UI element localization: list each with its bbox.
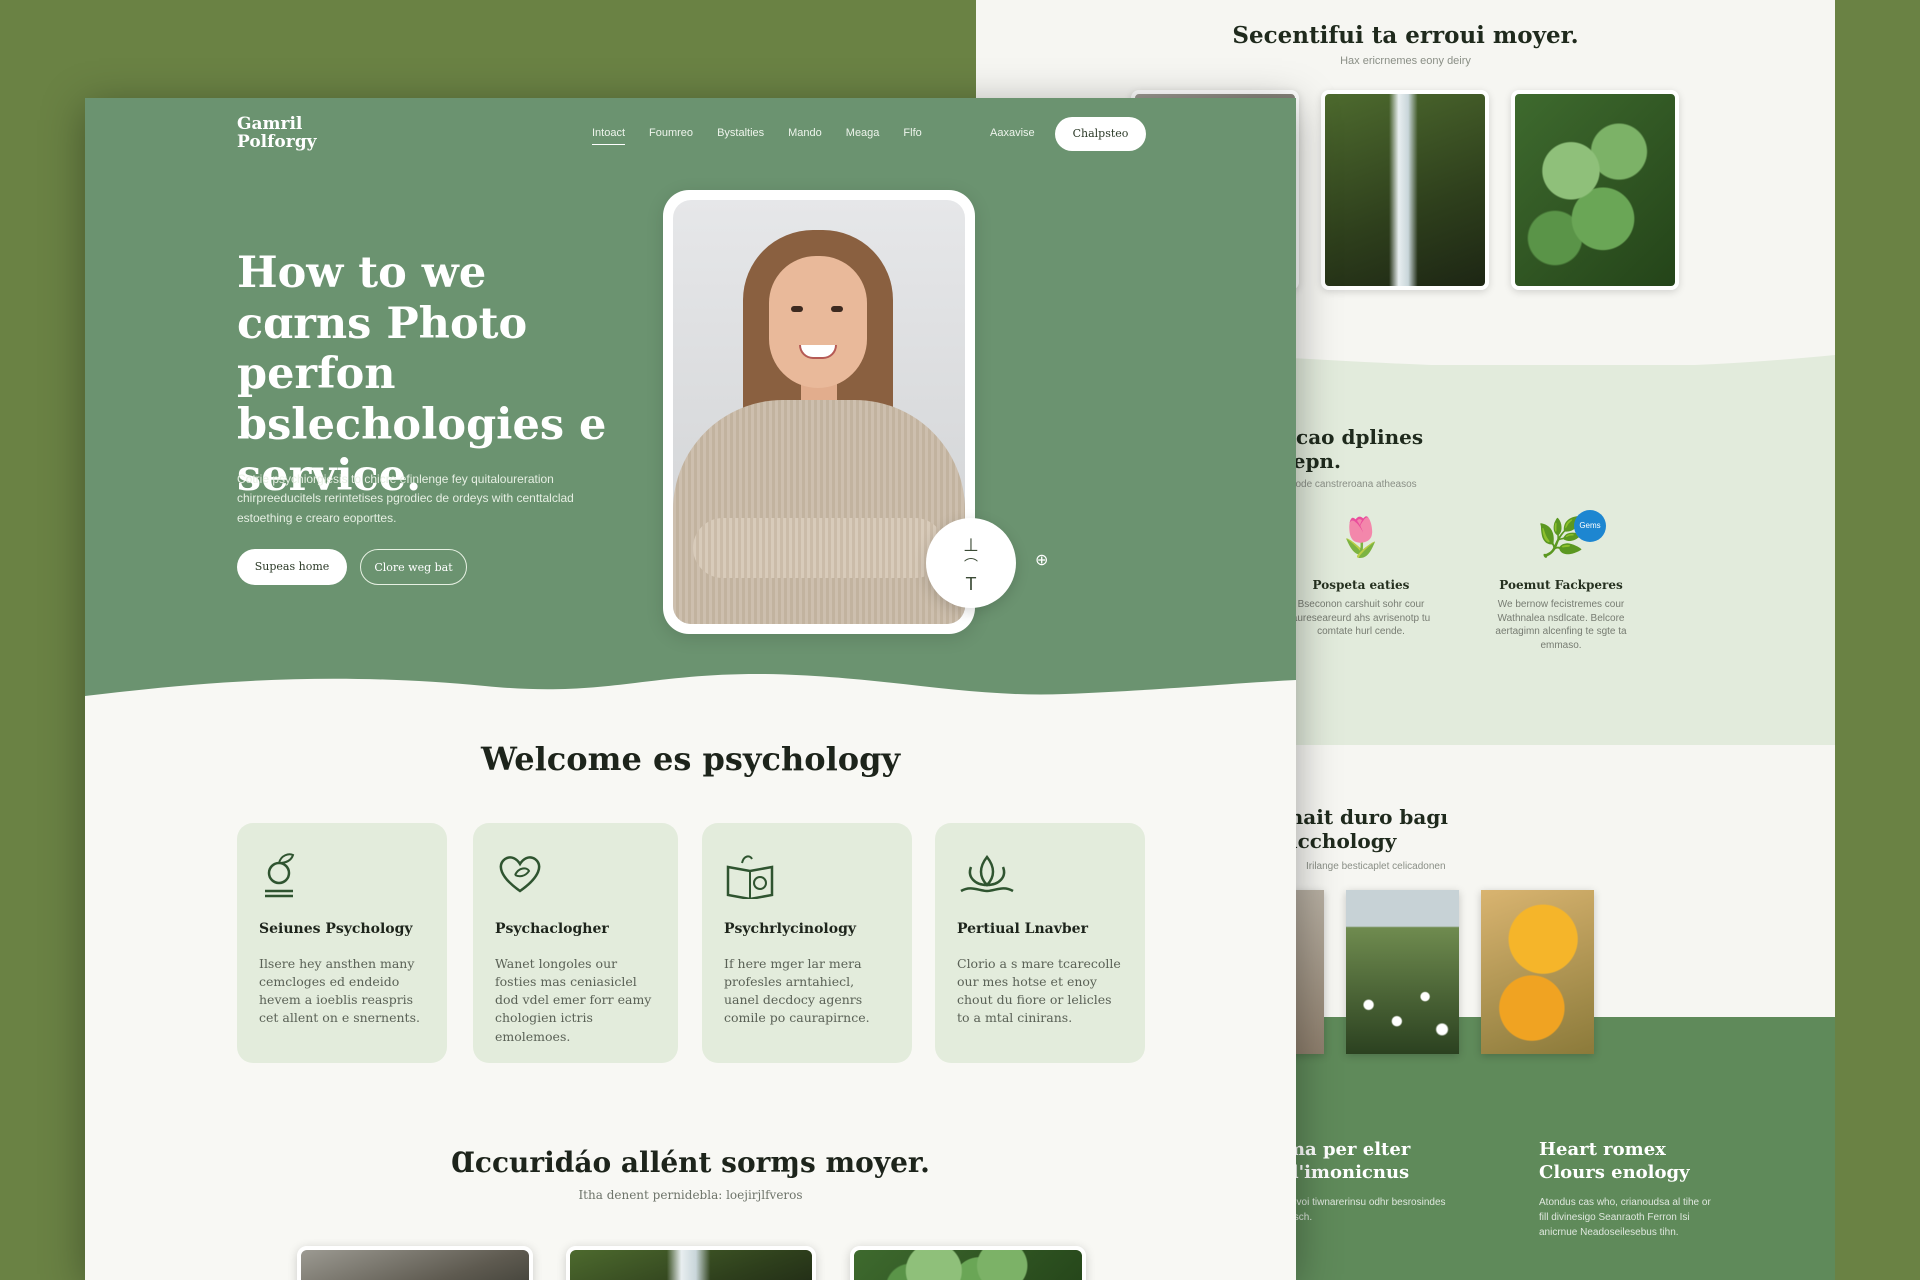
back-feature-2-text: We bernow fecistremes cour Wathnalea nsd…	[1495, 599, 1627, 651]
hero-floating-badge[interactable]: ⊥ ⌒ T	[926, 518, 1016, 608]
service-card-3-title: Psychrlycinology	[724, 921, 857, 937]
back-bottom-heading-title: enait duro bagı facchology	[1276, 805, 1448, 853]
service-card-2[interactable]: Psychaclogher Wanet longoles our fosties…	[473, 823, 678, 1063]
heart-leaf-icon	[495, 851, 658, 905]
nav-link-meaga[interactable]: Meaga	[846, 127, 880, 145]
front-thumb-rock[interactable]	[297, 1246, 533, 1280]
back-bottom-heading-subtitle: Irilange besticaplet celicadonen	[1306, 861, 1446, 872]
nav-link-flfo[interactable]: Flfo	[903, 127, 921, 145]
front-thumb-leaves[interactable]	[850, 1246, 1086, 1280]
service-card-3-text: If here mger lar mera profesles arntahie…	[724, 956, 870, 1026]
hero-title: How to we cɑrns Photo perfon bslechologi…	[237, 248, 607, 501]
service-card-4-text: Clorio a s mare tcarecolle our mes hotse…	[957, 956, 1121, 1026]
hero-wave-divider	[85, 673, 1296, 718]
badge-letter: T	[965, 574, 977, 595]
back-footer-left-title: ma per elter d'imonicnus	[1286, 1139, 1411, 1184]
service-card-4-title: Pertiual Lnavber	[957, 921, 1088, 937]
service-card-2-title: Psychaclogher	[495, 921, 609, 937]
service-card-1-title: Seiunes Psychology	[259, 921, 413, 937]
back-feature-2-title: Poemut Fackperes	[1499, 578, 1623, 592]
curve-icon: ⌒	[964, 556, 978, 573]
hero-secondary-button[interactable]: Clore weg bat	[360, 549, 467, 585]
front-thumb-waterfall[interactable]	[566, 1246, 816, 1280]
nav-link-bystalties[interactable]: Bystalties	[717, 127, 764, 145]
growth-globe-icon	[259, 851, 427, 905]
compass-icon[interactable]: ⊕	[1035, 550, 1048, 570]
back-footer-left-text: Lsvoi tiwnarerinsu odhr besrosindes bisc…	[1286, 1196, 1446, 1223]
back-footer-right-title: Heart romex Clours enology	[1539, 1139, 1690, 1184]
back-footer-right: Heart romex Clours enology Atondus cas w…	[1539, 1138, 1719, 1240]
back-top-heading: Secentifui ta erroui moyer. Hax ericrnem…	[976, 22, 1835, 67]
lotus-icon	[957, 851, 1125, 905]
gallery-photo-flower-field[interactable]	[1346, 890, 1459, 1054]
service-card-4[interactable]: Pertiual Lnavber Clorio a s mare tcareco…	[935, 823, 1145, 1063]
main-nav: Intoact Foumreo Bystalties Mando Meaga F…	[592, 127, 946, 145]
anchor-icon: ⊥	[963, 535, 979, 555]
back-feature-1-text: Bseconon carshuit sohr cour aureseareurd…	[1291, 599, 1431, 637]
hero-primary-button[interactable]: Supeas home	[237, 549, 347, 585]
hero-section: Gamril Polforgy Intoact Foumreo Bystalti…	[85, 98, 1296, 718]
nav-link-mando[interactable]: Mando	[788, 127, 822, 145]
back-feature-1: 🌷 Pospeta eaties Bseconon carshuit sohr …	[1286, 510, 1436, 639]
nav-cta-button[interactable]: Chalpsteo	[1055, 117, 1146, 151]
nav-link-foumreo[interactable]: Foumreo	[649, 127, 693, 145]
back-top-heading-title: Secentifui ta erroui moyer.	[1232, 22, 1579, 49]
back-top-heading-subtitle: Hax ericrnemes eony deiry	[1340, 55, 1471, 67]
hero-portrait-photo	[673, 200, 965, 624]
site-logo[interactable]: Gamril Polforgy	[237, 115, 327, 152]
service-card-1[interactable]: Seiunes Psychology Ilsere hey ansthen ma…	[237, 823, 447, 1063]
gallery-photo-waterfall[interactable]	[1321, 90, 1489, 290]
open-book-icon	[724, 851, 892, 905]
gallery-photo-leaves[interactable]	[1511, 90, 1679, 290]
feature-badge: Gems	[1574, 510, 1606, 542]
hero-description: Cotrie psychiorgiesis to chicre efinleng…	[237, 472, 574, 525]
front-page: Gamril Polforgy Intoact Foumreo Bystalti…	[85, 98, 1296, 1280]
back-footer-left: ma per elter d'imonicnus Lsvoi tiwnareri…	[1286, 1138, 1456, 1225]
gallery-photo-yellow-flower[interactable]	[1481, 890, 1594, 1054]
welcome-title: Welcome es psychology	[480, 740, 901, 778]
nav-link-advise[interactable]: Aaxavise	[990, 127, 1035, 139]
section3-title: Ɑccuridáo allént sorɱs moyer.	[451, 1146, 930, 1179]
leaf-icon: 🌿	[1537, 517, 1585, 559]
back-feature-1-title: Pospeta eaties	[1312, 578, 1410, 592]
section3-subtitle: Itha denent pernidebla: loejirjlfveros	[578, 1188, 803, 1202]
service-card-1-text: Ilsere hey ansthen many cemcloges ed end…	[259, 956, 420, 1026]
back-footer-right-text: Atondus cas who, crianoudsa al tihe or f…	[1539, 1196, 1711, 1238]
service-card-2-text: Wanet longoles our fosties mas ceniasicl…	[495, 956, 652, 1044]
back-feature-2: 🌿 Gems Poemut Fackperes We bernow fecist…	[1486, 510, 1636, 652]
service-card-3[interactable]: Psychrlycinology If here mger lar mera p…	[702, 823, 912, 1063]
back-bottom-heading: enait duro bagı facchology Irilange best…	[1276, 805, 1556, 872]
nav-link-intoact[interactable]: Intoact	[592, 127, 626, 145]
flower-icon: 🌷	[1337, 517, 1385, 559]
